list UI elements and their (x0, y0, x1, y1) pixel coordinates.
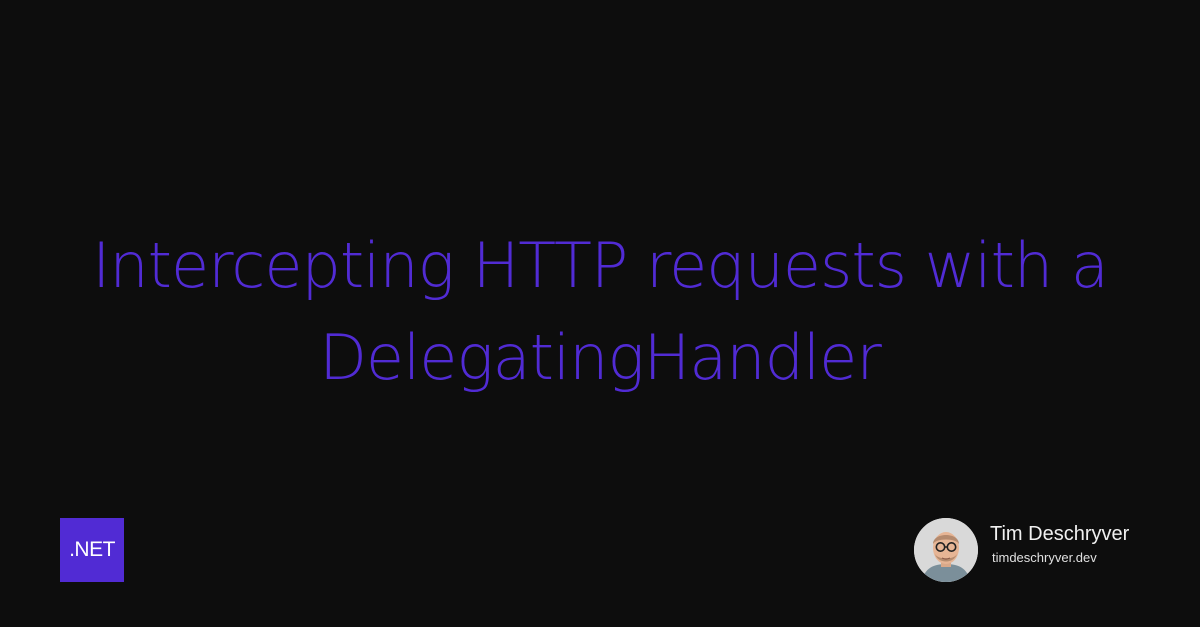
author-block: Tim Deschryver timdeschryver.dev (914, 518, 1129, 582)
author-text: Tim Deschryver timdeschryver.dev (990, 521, 1129, 567)
dotnet-badge: .NET (60, 518, 124, 582)
social-card: Intercepting HTTP requests with a Delega… (0, 0, 1200, 627)
avatar (914, 518, 978, 582)
author-site: timdeschryver.dev (992, 550, 1097, 565)
author-name: Tim Deschryver (990, 523, 1130, 545)
post-title: Intercepting HTTP requests with a Delega… (92, 229, 1109, 394)
author-photo-icon (914, 518, 978, 582)
dotnet-badge-label: .NET (69, 538, 115, 561)
